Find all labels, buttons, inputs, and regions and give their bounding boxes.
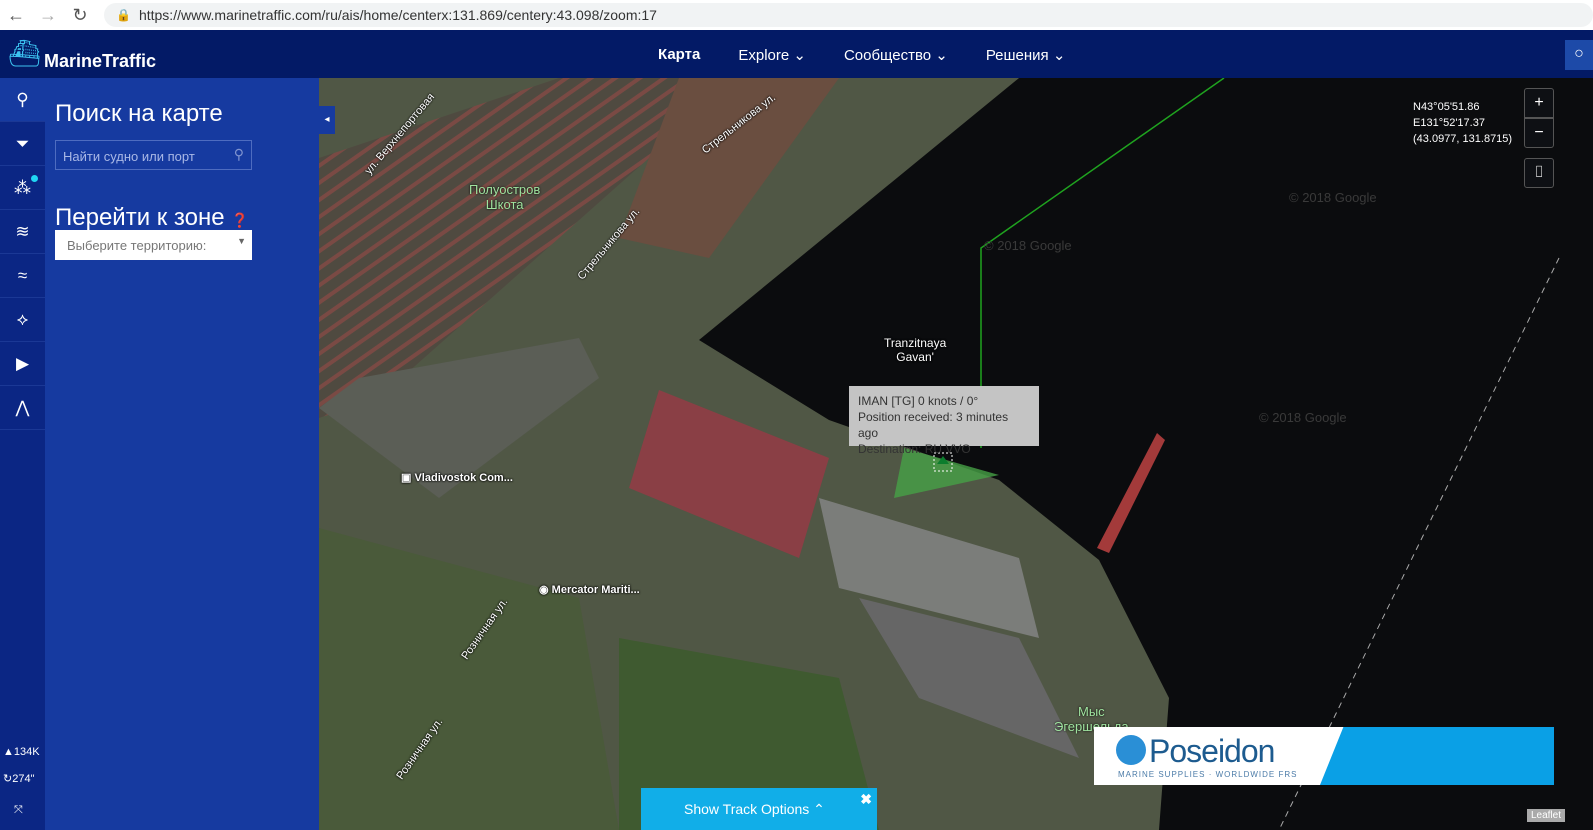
- dropdown-arrow-icon: ▼: [237, 236, 246, 246]
- nav-solutions[interactable]: Решения ⌄: [986, 46, 1066, 64]
- refresh-icon: ↻: [3, 773, 13, 785]
- building-icon: ▣: [401, 472, 412, 484]
- vessel-tooltip: IMAN [TG] 0 knots / 0° Position received:…: [849, 386, 1039, 456]
- watermark: © 2018 Google: [1259, 410, 1347, 425]
- zoom-out-button[interactable]: −: [1524, 118, 1554, 148]
- zoom-in-button[interactable]: +: [1524, 88, 1554, 118]
- collapse-panel-button[interactable]: ◂: [319, 106, 335, 134]
- ships-count: ▲134K: [3, 746, 40, 758]
- address-bar[interactable]: 🔒 https://www.marinetraffic.com/ru/ais/ho…: [104, 3, 1593, 27]
- ship-icon: ▲: [3, 746, 14, 758]
- search-title: Поиск на карте: [55, 100, 223, 127]
- nav-community[interactable]: Сообщество ⌄: [844, 46, 948, 64]
- forward-icon[interactable]: →: [32, 5, 64, 26]
- fleet-icon[interactable]: ⁂: [0, 166, 45, 210]
- reload-icon[interactable]: ↻: [64, 5, 96, 26]
- ship-logo-icon: ⛴: [8, 38, 42, 68]
- brand-name: MarineTraffic: [44, 51, 157, 71]
- nav-map[interactable]: Карта: [658, 46, 700, 64]
- territory-select[interactable]: Выберите территорию: ▼: [55, 230, 252, 260]
- search-icon[interactable]: ⚲: [0, 78, 45, 122]
- leaflet-attribution[interactable]: Leaflet: [1526, 809, 1565, 822]
- harbor-label: Tranzitnaya Gavan': [884, 336, 947, 364]
- watermark: © 2018 Google: [1289, 190, 1377, 205]
- map[interactable]: ◂ Полуостров Шкота ул. Верхнепортовая Стр…: [319, 78, 1593, 830]
- header-search-button[interactable]: ○: [1565, 40, 1593, 70]
- sidebar-icons: ⚲ ⏷ ⁂ ≋ ≈ ⟡ ▶ ⋀ ▲134K ↻274" ⤧: [0, 78, 45, 830]
- notification-dot: [31, 175, 38, 182]
- search-panel: Поиск на карте Найти судно или порт ⚲ Пер…: [45, 78, 319, 830]
- search-icon: ⚲: [233, 146, 244, 162]
- cursor-coordinates: N43°05'51.86 E131°52'17.37 (43.0977, 131.8…: [1413, 101, 1513, 145]
- filter-icon[interactable]: ⏷: [0, 122, 45, 166]
- poi-label[interactable]: ◉ Mercator Mariti...: [539, 583, 640, 596]
- layers-icon[interactable]: ≋: [0, 210, 45, 254]
- close-icon[interactable]: ✖: [860, 791, 872, 808]
- handshake-icon: ◉: [539, 584, 549, 596]
- site-header: ⛴ MarineTraffic Карта Explore ⌄ Сообществ…: [0, 30, 1593, 78]
- watermark: © 2018 Google: [984, 238, 1072, 253]
- measure-icon[interactable]: ⋀: [0, 386, 45, 430]
- back-icon[interactable]: ←: [0, 5, 32, 26]
- play-icon[interactable]: ▶: [0, 342, 45, 386]
- logo[interactable]: ⛴ MarineTraffic: [8, 38, 156, 71]
- fullscreen-icon[interactable]: ⤧: [14, 804, 23, 817]
- refresh-timer[interactable]: ↻274": [3, 772, 34, 785]
- poseidon-logo-icon: [1116, 735, 1146, 765]
- routes-icon[interactable]: ⟡: [0, 298, 45, 342]
- nav-explore[interactable]: Explore ⌄: [738, 46, 806, 64]
- zone-title: Перейти к зоне ❓: [55, 204, 249, 231]
- poi-label[interactable]: ▣ Vladivostok Com...: [401, 471, 513, 484]
- url-text: https://www.marinetraffic.com/ru/ais/hom…: [138, 7, 657, 23]
- peninsula-label: Полуостров Шкота: [469, 182, 541, 212]
- browser-toolbar: ← → ↻ 🔒 https://www.marinetraffic.com/ru/…: [0, 0, 1593, 30]
- wind-icon[interactable]: ≈: [0, 254, 45, 298]
- chevron-up-icon: ⌃: [813, 801, 825, 817]
- poseidon-ad-banner[interactable]: Poseidon MARINE SUPPLIES · WORLDWIDE FRS: [1094, 727, 1554, 785]
- search-input[interactable]: Найти судно или порт ⚲: [55, 140, 252, 170]
- map-type-icon[interactable]: ⌷: [1524, 158, 1554, 188]
- top-nav: Карта Explore ⌄ Сообщество ⌄ Решения ⌄: [658, 46, 1065, 64]
- lock-icon: 🔒: [116, 8, 131, 22]
- help-icon[interactable]: ❓: [231, 212, 248, 228]
- show-track-options-button[interactable]: Show Track Options ⌃ ✖: [641, 788, 877, 830]
